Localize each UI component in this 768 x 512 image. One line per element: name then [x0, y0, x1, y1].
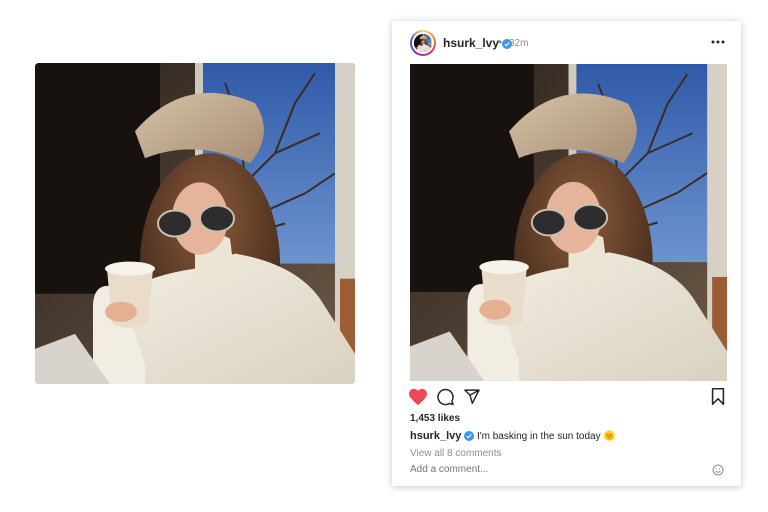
- standalone-photo: [35, 63, 355, 384]
- caption: hsurk_lvy I'm basking in the sun today 🌞: [410, 430, 616, 442]
- username-text[interactable]: hsurk_lvy: [443, 36, 499, 50]
- heart-icon[interactable]: [408, 388, 428, 406]
- bookmark-icon[interactable]: [711, 388, 725, 405]
- post-header: hsurk_lvy • 32m: [392, 21, 741, 65]
- caption-username[interactable]: hsurk_lvy: [410, 430, 461, 442]
- caption-emoji: 🌞: [603, 431, 616, 442]
- smiley-face-icon[interactable]: [712, 464, 724, 476]
- add-comment-input[interactable]: [410, 464, 700, 475]
- timestamp[interactable]: 32m: [509, 38, 528, 49]
- post-image[interactable]: [410, 64, 727, 381]
- likes-count[interactable]: 1,453 likes: [410, 413, 460, 424]
- view-all-comments-link[interactable]: View all 8 comments: [410, 448, 502, 459]
- send-paper-plane-icon[interactable]: [463, 388, 481, 405]
- caption-text: I'm basking in the sun today: [476, 431, 601, 442]
- post-actions: [392, 387, 741, 413]
- avatar[interactable]: [410, 30, 436, 56]
- header-separator: •: [498, 35, 503, 49]
- more-options-icon[interactable]: [709, 34, 727, 50]
- comment-bubble-icon[interactable]: [436, 388, 455, 406]
- instagram-post-card: hsurk_lvy • 32m 1,453 likes hsurk_lvy I'…: [392, 21, 741, 486]
- verified-badge-icon: [464, 431, 475, 442]
